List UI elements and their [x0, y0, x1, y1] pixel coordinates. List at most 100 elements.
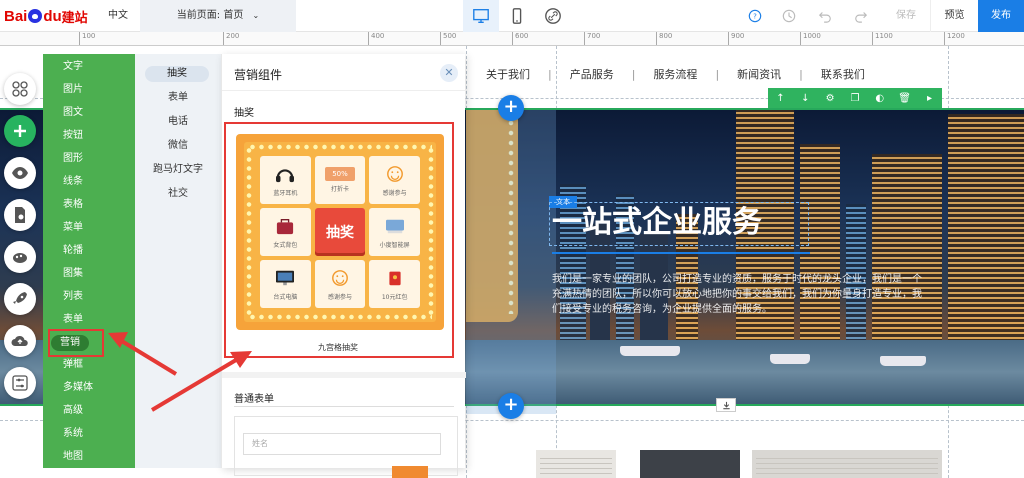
subcategory-marquee[interactable]: 跑马灯文字 [135, 162, 221, 178]
lottery-lights [248, 314, 432, 320]
coupon-text: 50% [332, 170, 348, 178]
undo-button[interactable] [808, 0, 842, 32]
ruler-tick: 400 [368, 32, 384, 45]
ruler-tick: 800 [656, 32, 672, 45]
nine-grid-lottery-component[interactable]: 蓝牙耳机 50% 打折卡 感谢参与 女式背包 抽奖 小度智能屏 台式电脑 感谢参… [236, 134, 444, 330]
section-label-form: 普通表单 [234, 394, 274, 405]
subcategory-phone[interactable]: 电话 [135, 114, 221, 130]
lottery-lights [428, 146, 434, 318]
nav-item-contact[interactable]: 联系我们 [803, 66, 883, 82]
hero-title[interactable]: 一站式企业服务 [549, 202, 809, 246]
content-thumbnail[interactable] [536, 450, 616, 478]
desktop-view-button[interactable] [463, 0, 499, 32]
logo-text-du: du [43, 7, 62, 25]
category-button[interactable]: 按钮 [63, 129, 83, 143]
category-text[interactable]: 文字 [63, 60, 83, 74]
category-image-text[interactable]: 图文 [63, 106, 83, 120]
category-gallery[interactable]: 图集 [63, 267, 83, 281]
seo-boost-button[interactable] [4, 283, 36, 315]
hero-body-line: 我们是一家专业的团队，公司打造专业的资质，服务于时代的龙头企业，我们是一个 [552, 274, 922, 285]
theme-button[interactable] [4, 241, 36, 273]
category-line[interactable]: 线条 [63, 175, 83, 189]
download-button[interactable] [716, 398, 736, 412]
cloud-upload-icon [11, 335, 28, 346]
prize-label: 小度智能屏 [379, 242, 410, 249]
mobile-view-button[interactable] [499, 0, 535, 32]
add-component-button[interactable] [4, 115, 36, 147]
add-section-below-button[interactable]: + [498, 393, 524, 419]
subcategory-form[interactable]: 表单 [135, 90, 221, 106]
move-down-icon[interactable]: ↓ [797, 93, 813, 104]
nav-item-process[interactable]: 服务流程 [635, 66, 715, 82]
svg-text:?: ? [753, 13, 757, 21]
category-form[interactable]: 表单 [63, 313, 83, 327]
subcategory-lottery[interactable]: 抽奖 [145, 66, 209, 82]
headphones-icon [272, 163, 298, 185]
adjust-button[interactable] [4, 367, 36, 399]
baidu-jianzhan-logo[interactable]: Bai du 建站 [4, 6, 88, 26]
prize-label: 打折卡 [330, 186, 349, 193]
more-icon[interactable]: ▸ [921, 93, 937, 104]
plus-icon [14, 125, 26, 137]
color-icon[interactable]: ◐ [872, 93, 888, 104]
category-multimedia[interactable]: 多媒体 [63, 381, 93, 395]
ruler-tick: 700 [584, 32, 600, 45]
prize-cell: 感谢参与 [314, 260, 366, 308]
marketing-components-panel: 营销组件 ✕ 抽奖 蓝牙耳机 50% 打折卡 感谢参与 女式背包 抽奖 小度智能… [221, 54, 466, 476]
category-carousel[interactable]: 轮播 [63, 244, 83, 258]
visibility-button[interactable] [4, 157, 36, 189]
language-switch[interactable]: 中文 [98, 0, 138, 32]
category-shape[interactable]: 图形 [63, 152, 83, 166]
page-settings-button[interactable] [4, 199, 36, 231]
subcategory-social[interactable]: 社交 [135, 186, 221, 202]
lottery-caption: 九宫格抽奖 [318, 343, 358, 352]
prize-label: 女式背包 [273, 242, 298, 249]
subcategory-wechat[interactable]: 微信 [135, 138, 221, 154]
category-map[interactable]: 地图 [63, 450, 83, 464]
prize-cell: 感谢参与 [369, 156, 420, 204]
grid-icon [12, 81, 28, 97]
eye-icon [12, 167, 28, 179]
close-icon[interactable]: ✕ [440, 64, 458, 82]
copy-icon[interactable]: ❐ [847, 93, 863, 104]
hero-body-line: 充满热情的团队，所以你可以放心地把你的事交给我们，我们为你量身打造专业，我 [552, 289, 922, 300]
category-advanced[interactable]: 高级 [63, 404, 83, 418]
prize-label: 感谢参与 [382, 190, 407, 197]
category-popup[interactable]: 弹框 [63, 358, 83, 372]
horizontal-ruler: 100 200 400 500 600 700 800 900 1000 110… [0, 32, 1024, 46]
content-thumbnail[interactable] [752, 450, 942, 478]
red-envelope-icon [382, 267, 408, 289]
upload-button[interactable] [4, 325, 36, 357]
category-image[interactable]: 图片 [63, 83, 83, 97]
link-button[interactable] [535, 0, 571, 32]
redo-button[interactable] [844, 0, 878, 32]
category-system[interactable]: 系统 [63, 427, 83, 441]
nav-item-news[interactable]: 新闻资讯 [719, 66, 799, 82]
content-thumbnail[interactable] [640, 450, 740, 478]
category-table[interactable]: 表格 [63, 198, 83, 212]
delete-icon[interactable]: 🗑 [897, 93, 913, 104]
hero-body-text[interactable]: 我们是一家专业的团队，公司打造专业的资质，服务于时代的龙头企业，我们是一个 充满… [552, 272, 952, 317]
ruler-tick: 900 [728, 32, 744, 45]
nav-item-about[interactable]: 关于我们 [468, 66, 548, 82]
boat [620, 346, 680, 356]
thumbnail-image [540, 454, 612, 474]
help-button[interactable]: ? [738, 0, 772, 32]
save-button[interactable]: 保存 [884, 0, 928, 32]
publish-button[interactable]: 发布 [978, 0, 1024, 32]
preview-button[interactable]: 预览 [930, 0, 978, 32]
category-menu[interactable]: 菜单 [63, 221, 83, 235]
desktop-icon [473, 9, 489, 23]
history-button[interactable] [772, 0, 806, 32]
lottery-draw-button[interactable]: 抽奖 [314, 208, 366, 256]
category-list[interactable]: 列表 [63, 290, 83, 304]
move-up-icon[interactable]: ↑ [772, 93, 788, 104]
settings-icon[interactable]: ⚙ [822, 93, 838, 104]
add-section-above-button[interactable]: + [498, 95, 524, 121]
current-page-dropdown[interactable]: 当前页面: 首页 ⌄ [140, 0, 296, 32]
top-toolbar: Bai du 建站 中文 当前页面: 首页 ⌄ ? 保存 预览 发布 [0, 0, 1024, 32]
nav-item-products[interactable]: 产品服务 [552, 66, 632, 82]
mobile-icon [512, 8, 522, 24]
current-page-label: 当前页面: 首页 [176, 10, 244, 21]
page-manager-button[interactable] [4, 73, 36, 105]
